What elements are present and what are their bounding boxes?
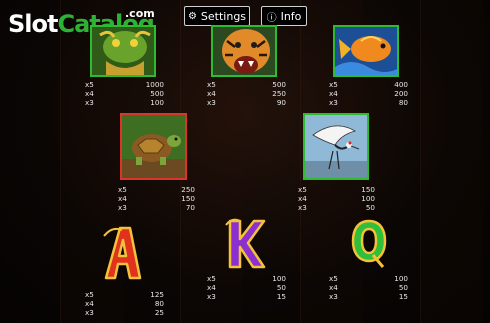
pay-value: 250 (272, 89, 286, 99)
pay-multiplier: x4 (329, 283, 338, 293)
pay-value: 90 (276, 98, 286, 108)
pay-multiplier: x3 (298, 203, 307, 213)
pay-value: 150 (361, 185, 375, 194)
settings-label: Settings (200, 9, 247, 23)
letter-a-symbol (100, 222, 144, 282)
pay-value: 200 (394, 89, 408, 99)
pay-multiplier: x5 (85, 80, 94, 89)
pay-value: 25 (154, 308, 164, 318)
pay-multiplier: x5 (118, 185, 127, 194)
koi-symbol (333, 25, 399, 77)
paytable-koi: x5 400 x4 200 x3 80 (329, 80, 408, 108)
pay-multiplier: x5 (329, 80, 338, 89)
turtle-symbol (120, 113, 187, 180)
logo-text-slot: Slot (8, 10, 58, 38)
paytable-tiger: x5 500 x4 250 x3 90 (207, 80, 286, 108)
pay-value: 15 (398, 292, 408, 302)
pay-value: 100 (272, 274, 286, 283)
pay-value: 500 (272, 80, 286, 89)
paytable-k: x5 100 x4 50 x3 15 (207, 274, 286, 302)
pay-value: 50 (398, 283, 408, 293)
pay-multiplier: x5 (207, 274, 216, 283)
pay-multiplier: x3 (207, 98, 216, 108)
pay-multiplier: x3 (85, 308, 94, 318)
pay-value: 15 (276, 292, 286, 302)
pay-value: 80 (398, 98, 408, 108)
info-icon: ⓘ (266, 12, 277, 24)
pay-value: 80 (154, 299, 164, 309)
crane-symbol (303, 113, 369, 180)
pay-multiplier: x4 (85, 299, 94, 309)
pay-multiplier: x5 (207, 80, 216, 89)
letter-k-symbol (222, 215, 268, 273)
pay-multiplier: x3 (207, 292, 216, 302)
pay-value: 150 (181, 194, 195, 204)
pay-multiplier: x4 (85, 89, 94, 99)
reel-column-decor (420, 0, 483, 323)
pay-value: 125 (150, 290, 164, 299)
paytable-crane: x5 150 x4 100 x3 50 (298, 185, 375, 213)
pay-value: 100 (394, 274, 408, 283)
paytable-a: x5 125 x4 80 x3 25 (85, 290, 164, 318)
pay-multiplier: x3 (329, 292, 338, 302)
pay-value: 70 (185, 203, 195, 213)
dragon-symbol (90, 25, 156, 77)
pay-multiplier: x3 (118, 203, 127, 213)
pay-value: 500 (150, 89, 164, 99)
settings-button[interactable]: ⚙ Settings (184, 6, 250, 26)
pay-multiplier: x4 (118, 194, 127, 204)
logo-suffix: .com (125, 7, 155, 20)
pay-value: 400 (394, 80, 408, 89)
pay-value: 50 (276, 283, 286, 293)
pay-multiplier: x5 (298, 185, 307, 194)
pay-multiplier: x5 (85, 290, 94, 299)
pay-value: 1000 (145, 80, 164, 89)
tiger-symbol (211, 25, 277, 77)
pay-multiplier: x3 (85, 98, 94, 108)
pay-value: 50 (365, 203, 375, 213)
paytable-dragon: x5 1000 x4 500 x3 100 (85, 80, 164, 108)
pay-value: 250 (181, 185, 195, 194)
paytable-q: x5 100 x4 50 x3 15 (329, 274, 408, 302)
paytable-turtle: x5 250 x4 150 x3 70 (118, 185, 195, 213)
pay-value: 100 (150, 98, 164, 108)
pay-multiplier: x5 (329, 274, 338, 283)
pay-multiplier: x4 (207, 283, 216, 293)
pay-multiplier: x4 (207, 89, 216, 99)
pay-multiplier: x4 (298, 194, 307, 204)
letter-q-symbol (349, 215, 389, 270)
pay-multiplier: x4 (329, 89, 338, 99)
pay-multiplier: x3 (329, 98, 338, 108)
info-label: Info (280, 9, 302, 23)
gear-icon: ⚙ (187, 10, 197, 22)
info-button[interactable]: ⓘ Info (261, 6, 307, 26)
pay-value: 100 (361, 194, 375, 204)
